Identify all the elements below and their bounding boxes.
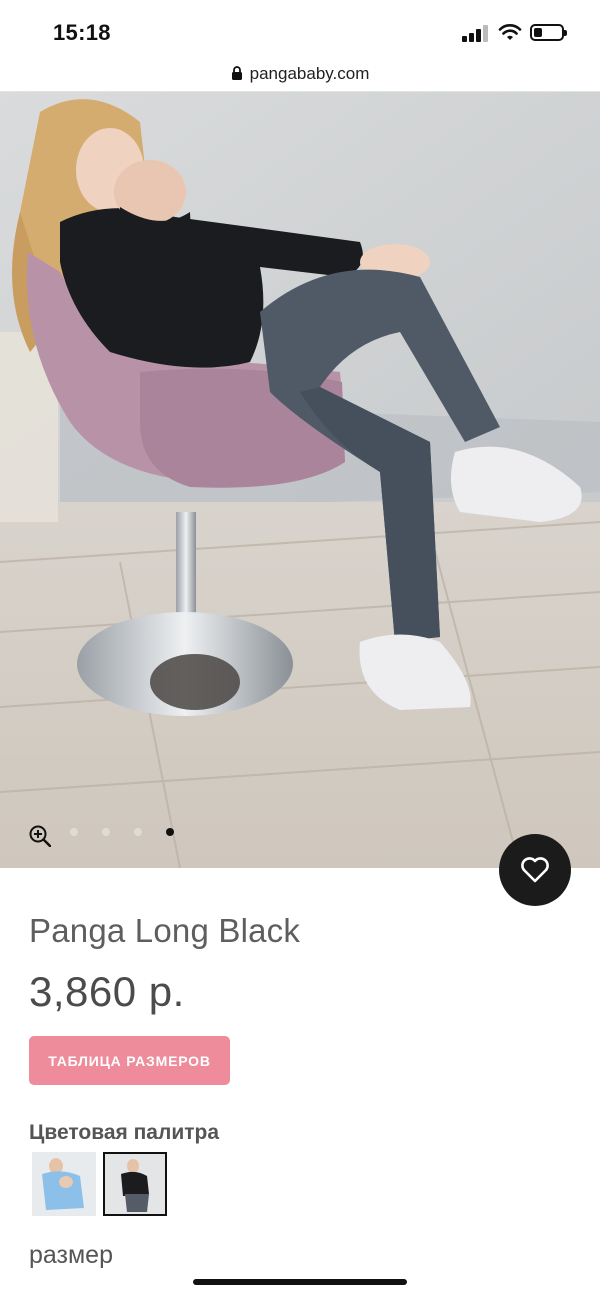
heart-icon [521,857,549,883]
status-bar: 15:18 [0,0,600,56]
battery-icon [530,24,567,41]
product-title: Panga Long Black [29,912,301,949]
size-label: размер [29,1241,113,1269]
status-time: 15:18 [53,20,111,45]
color-swatch-blue[interactable] [32,1152,96,1216]
address-bar[interactable]: pangababy.com [0,56,600,92]
zoom-in-icon[interactable] [29,825,51,847]
cellular-signal-icon [462,24,490,42]
carousel-dots [70,828,174,836]
color-swatch-black[interactable] [103,1152,167,1216]
carousel-dot[interactable] [102,828,110,836]
product-price: 3,860 р. [29,968,185,1015]
carousel-dot[interactable] [70,828,78,836]
carousel-dot[interactable] [134,828,142,836]
product-image[interactable] [0,92,600,868]
color-palette-label: Цветовая палитра [29,1121,220,1144]
home-indicator [193,1279,407,1285]
wifi-icon [498,24,522,40]
favorite-button[interactable] [499,834,571,906]
lock-icon [231,65,242,80]
url-text: pangababy.com [249,63,370,83]
carousel-dot-active[interactable] [166,828,174,836]
size-chart-button[interactable]: ТАБЛИЦА РАЗМЕРОВ [29,1036,230,1085]
